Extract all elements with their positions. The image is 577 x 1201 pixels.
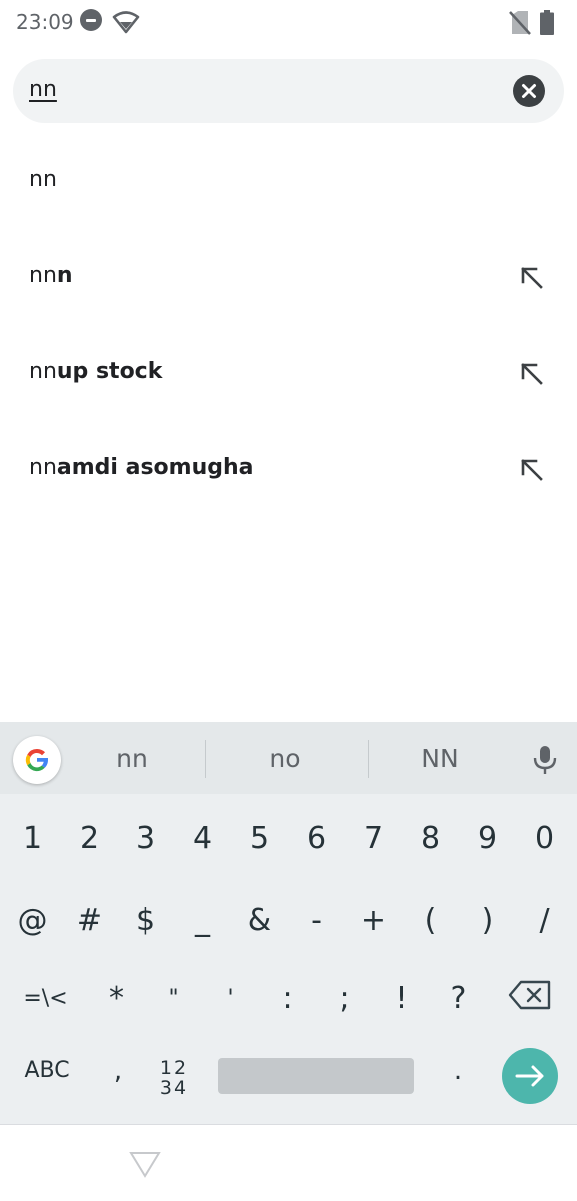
key-8[interactable]: 8 [402,802,459,874]
key-at[interactable]: @ [4,884,61,956]
prediction-3[interactable]: NN [400,744,480,773]
key-0[interactable]: 0 [516,802,573,874]
suggestion-item[interactable]: nnamdi asomugha [0,422,577,518]
key-5[interactable]: 5 [231,802,288,874]
key-period[interactable]: . [440,1056,476,1096]
key-9[interactable]: 9 [459,802,516,874]
key-colon[interactable]: : [259,962,316,1034]
key-minus[interactable]: - [288,884,345,956]
key-asterisk[interactable]: * [88,962,145,1034]
no-sim-icon [509,11,531,35]
key-right-paren[interactable]: ) [459,884,516,956]
mic-icon[interactable] [530,744,560,776]
space-bar[interactable] [218,1058,414,1094]
key-question[interactable]: ? [430,962,487,1034]
suggestion-item[interactable]: nn [0,134,577,230]
back-icon[interactable] [128,1149,162,1179]
dnd-icon [80,9,102,31]
key-6[interactable]: 6 [288,802,345,874]
numpad-line-2: 34 [159,1077,189,1099]
prediction-divider [368,740,369,778]
key-semicolon[interactable]: ; [316,962,373,1034]
suggestion-text: nn [29,167,57,192]
key-ampersand[interactable]: & [231,884,288,956]
key-3[interactable]: 3 [117,802,174,874]
suggestion-text: nnn [29,263,73,288]
prediction-2[interactable]: no [245,744,325,773]
key-7[interactable]: 7 [345,802,402,874]
wifi-icon [112,11,140,34]
status-time: 23:09 [16,10,74,34]
key-single-quote[interactable]: ' [202,962,259,1034]
suggestion-text: nnamdi asomugha [29,455,254,480]
suggestion-item[interactable]: nnup stock [0,326,577,422]
key-left-paren[interactable]: ( [402,884,459,956]
key-underscore[interactable]: _ [174,884,231,956]
key-exclamation[interactable]: ! [373,962,430,1034]
search-bar[interactable]: nn [13,59,564,123]
key-abc[interactable]: ABC [12,1058,82,1098]
key-numpad[interactable]: 12 34 [150,1058,198,1106]
key-hash[interactable]: # [61,884,118,956]
key-1[interactable]: 1 [4,802,61,874]
status-bar: 23:09 [0,0,577,48]
keyboard: nn no NN 1 2 3 4 5 6 7 8 9 0 @ # $ _ & -… [0,722,577,1124]
search-input[interactable]: nn [29,77,57,102]
key-plus[interactable]: + [345,884,402,956]
battery-icon [540,10,554,35]
suggestion-text: nnup stock [29,359,163,384]
key-dollar[interactable]: $ [117,884,174,956]
backspace-icon[interactable] [508,980,552,1010]
google-icon[interactable] [13,736,61,784]
navigation-bar [0,1124,577,1201]
key-comma[interactable]: , [100,1056,136,1096]
prediction-1[interactable]: nn [92,744,172,773]
prediction-divider [205,740,206,778]
key-4[interactable]: 4 [174,802,231,874]
prediction-bar: nn no NN [0,722,577,794]
suggestion-item[interactable]: nnn [0,230,577,326]
enter-arrow-icon [515,1065,544,1087]
enter-button[interactable] [502,1048,558,1104]
north-west-arrow-icon[interactable] [516,454,548,486]
key-more-symbols[interactable]: =\< [17,962,74,1034]
north-west-arrow-icon[interactable] [516,358,548,390]
key-slash[interactable]: / [516,884,573,956]
clear-icon[interactable] [513,75,545,107]
key-double-quote[interactable]: " [145,962,202,1034]
suggestion-list: nn nnn nnup stock nnamdi asomugha [0,134,577,518]
key-2[interactable]: 2 [61,802,118,874]
north-west-arrow-icon[interactable] [516,262,548,294]
numpad-line-1: 12 [159,1057,189,1079]
